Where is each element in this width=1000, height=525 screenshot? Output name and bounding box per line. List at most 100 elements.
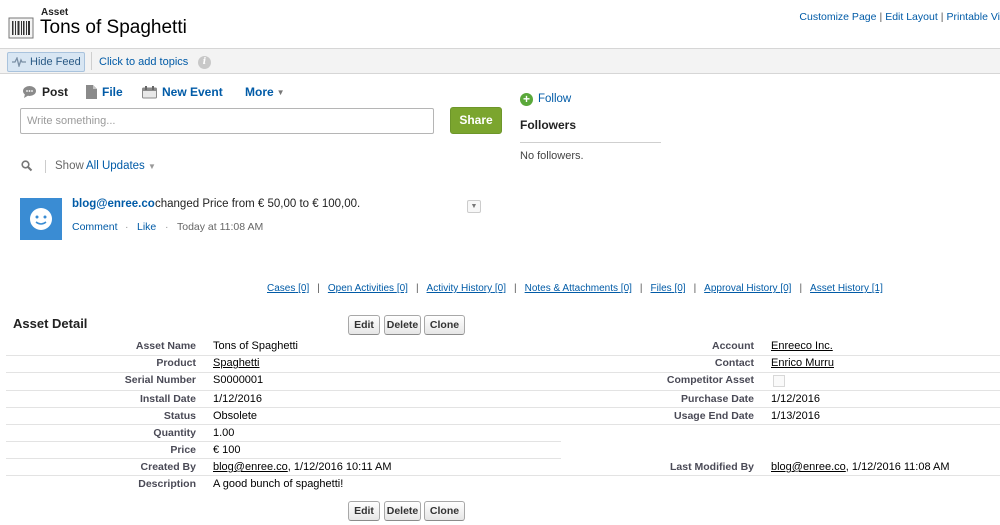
follow-link[interactable]: Follow (538, 93, 571, 105)
pulse-icon (12, 57, 26, 68)
edit-button[interactable]: Edit (348, 315, 380, 335)
tab-file[interactable]: File (86, 85, 123, 101)
detail-section-title: Asset Detail (13, 316, 88, 331)
avatar[interactable] (20, 198, 62, 240)
feed-item-timestamp: Today at 11:08 AM (177, 221, 264, 233)
comment-link[interactable]: Comment (72, 221, 118, 233)
field-value-created-by: blog@enree.co, 1/12/2016 10:11 AM (213, 461, 392, 473)
field-label-asset-name: Asset Name (135, 340, 196, 352)
field-label-price: Price (170, 444, 196, 456)
row-divider (6, 407, 1000, 408)
chat-bubble-icon (23, 86, 36, 98)
chatter-bar: Hide Feed Click to add topics i (0, 48, 1000, 74)
created-by-user-link[interactable]: blog@enree.co (213, 461, 288, 473)
hide-feed-label: Hide Feed (30, 56, 81, 68)
field-label-created-by: Created By (140, 461, 196, 473)
plus-icon[interactable]: + (520, 93, 533, 106)
related-link-asset-history[interactable]: Asset History [1] (810, 283, 883, 294)
avatar-smiley-icon (30, 208, 52, 230)
field-value-account-link[interactable]: Enreeco Inc. (771, 340, 833, 352)
customize-page-link[interactable]: Customize Page (799, 11, 876, 23)
field-label-contact: Contact (714, 357, 754, 369)
field-value-quantity: 1.00 (213, 427, 235, 439)
last-modified-timestamp: , 1/12/2016 11:08 AM (845, 461, 950, 473)
info-icon[interactable]: i (198, 56, 211, 69)
link-separator: | (415, 283, 419, 294)
field-label-last-modified-by: Last Modified By (669, 461, 754, 473)
field-label-status: Status (163, 410, 196, 422)
file-icon (86, 85, 97, 99)
chevron-down-icon[interactable]: ▼ (148, 162, 156, 171)
printable-view-link[interactable]: Printable Vi (946, 11, 1000, 23)
field-value-price: € 100 (213, 444, 241, 456)
related-link-approval-history[interactable]: Approval History [0] (704, 283, 791, 294)
header-links: Customize Page | Edit Layout | Printable Vi (799, 11, 1000, 23)
related-list-links: Cases [0] | Open Activities [0] | Activity H… (267, 283, 883, 294)
followers-heading: Followers (520, 118, 577, 132)
field-value-contact-link[interactable]: Enrico Murru (771, 357, 834, 369)
related-link-activity-history[interactable]: Activity History [0] (427, 283, 506, 294)
field-value-description: A good bunch of spaghetti! (213, 478, 344, 490)
meta-separator: · (125, 221, 129, 233)
link-separator: | (639, 283, 643, 294)
divider (91, 52, 92, 70)
like-link[interactable]: Like (137, 221, 156, 233)
field-value-serial-number: S0000001 (213, 374, 264, 386)
field-label-competitor-asset: Competitor Asset (666, 374, 754, 386)
field-value-install-date: 1/12/2016 (213, 393, 262, 405)
tab-file-label: File (102, 85, 123, 99)
field-value-last-modified-by: blog@enree.co, 1/12/2016 11:08 AM (771, 461, 950, 473)
related-link-notes-attachments[interactable]: Notes & Attachments [0] (525, 283, 632, 294)
row-divider (6, 475, 1000, 476)
field-value-status: Obsolete (213, 410, 258, 422)
field-label-product: Product (156, 357, 196, 369)
event-icon (142, 86, 157, 99)
search-icon[interactable] (21, 160, 33, 172)
post-input[interactable] (20, 108, 434, 134)
field-value-product-link[interactable]: Spaghetti (213, 357, 259, 369)
feed-author-link[interactable]: blog@enree.co (72, 198, 155, 210)
tab-more-label: More (245, 85, 274, 99)
related-link-cases[interactable]: Cases [0] (267, 283, 309, 294)
row-divider (6, 390, 1000, 391)
show-label: Show (55, 160, 84, 172)
share-button[interactable]: Share (450, 107, 502, 134)
link-separator: | (879, 11, 883, 23)
delete-button[interactable]: Delete (384, 501, 421, 521)
asset-barcode-icon (8, 17, 34, 39)
tab-new-event[interactable]: New Event (142, 85, 223, 101)
link-separator: | (514, 283, 517, 294)
clone-button[interactable]: Clone (424, 501, 465, 521)
tab-new-event-label: New Event (162, 85, 223, 99)
chevron-down-icon[interactable]: ▼ (467, 200, 481, 213)
field-label-serial-number: Serial Number (124, 374, 196, 386)
clone-button[interactable]: Clone (424, 315, 465, 335)
field-label-usage-end-date: Usage End Date (674, 410, 754, 422)
link-separator: | (799, 283, 803, 294)
field-value-asset-name: Tons of Spaghetti (213, 340, 299, 352)
hide-feed-button[interactable]: Hide Feed (7, 52, 85, 72)
field-label-description: Description (138, 478, 196, 490)
last-modified-user-link[interactable]: blog@enree.co (771, 461, 846, 473)
related-link-open-activities[interactable]: Open Activities [0] (328, 283, 408, 294)
row-divider (6, 372, 1000, 373)
row-divider (6, 441, 561, 442)
divider (45, 160, 46, 173)
edit-layout-link[interactable]: Edit Layout (885, 11, 938, 23)
field-value-usage-end-date: 1/13/2016 (771, 410, 820, 422)
chevron-down-icon: ▼ (276, 88, 285, 97)
tab-post-label: Post (42, 85, 69, 99)
field-label-account: Account (712, 340, 754, 352)
meta-separator: · (165, 221, 169, 233)
tab-more[interactable]: More ▼ (245, 85, 285, 101)
row-divider (6, 355, 1000, 356)
add-topics-link[interactable]: Click to add topics (99, 56, 188, 68)
delete-button[interactable]: Delete (384, 315, 421, 335)
related-link-files[interactable]: Files [0] (651, 283, 686, 294)
feed-filter-select[interactable]: All Updates (86, 160, 145, 172)
row-divider (6, 424, 1000, 425)
tab-post[interactable]: Post (22, 85, 68, 101)
edit-button[interactable]: Edit (348, 501, 380, 521)
link-separator: | (317, 283, 320, 294)
page-title: Tons of Spaghetti (40, 17, 187, 38)
